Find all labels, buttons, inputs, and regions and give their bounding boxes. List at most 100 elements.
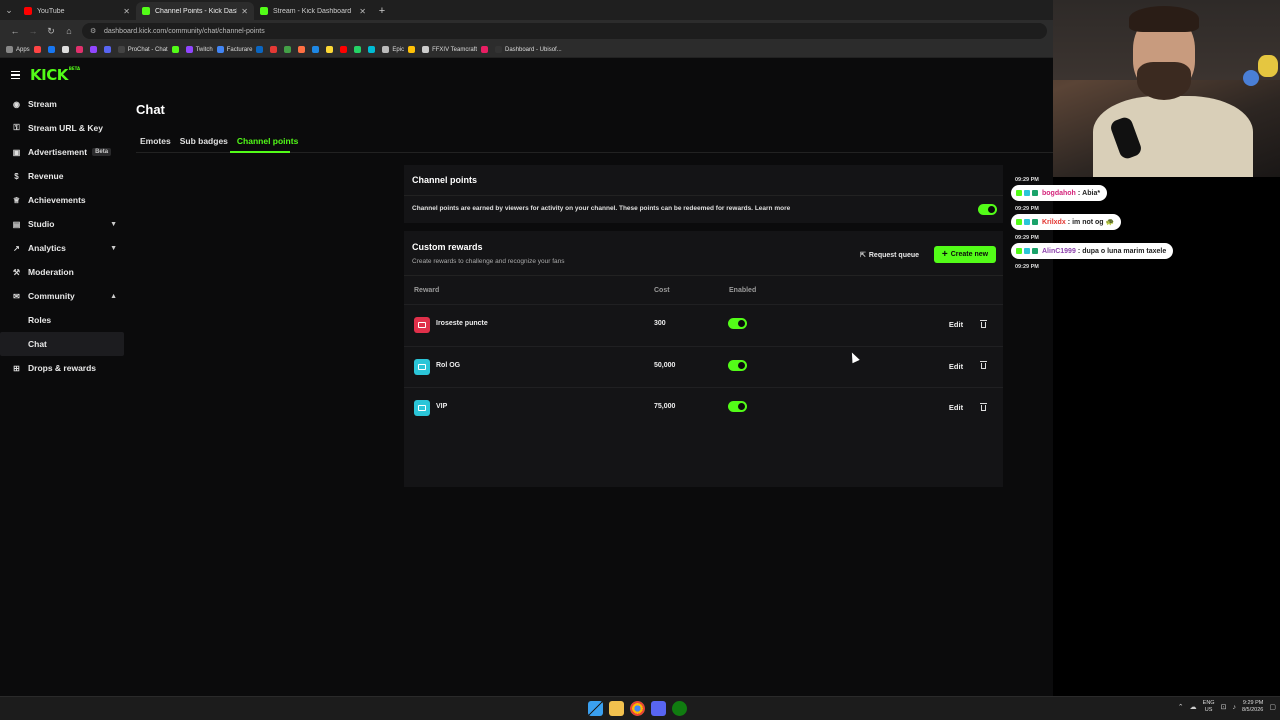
request-queue-label: Request queue xyxy=(868,251,920,259)
bookmark-item[interactable] xyxy=(61,46,72,53)
bookmark-item[interactable] xyxy=(270,46,280,53)
chat-text: Abia* xyxy=(1082,189,1101,197)
browser-tab-stream[interactable]: Stream - Kick Dashboard ✕ xyxy=(254,2,372,20)
bookmark-item[interactable] xyxy=(171,46,182,53)
notifications-icon[interactable]: ▢ xyxy=(1269,703,1276,711)
edit-reward-button[interactable]: Edit xyxy=(944,358,968,375)
bookmark-item[interactable]: Facturare xyxy=(216,46,252,53)
bookmark-favicon-icon xyxy=(354,46,362,53)
trash-icon xyxy=(979,319,987,328)
edit-reward-button[interactable]: Edit xyxy=(944,399,968,416)
chevron-up-icon[interactable]: ▲ xyxy=(110,293,117,300)
bookmark-item[interactable] xyxy=(312,46,322,53)
column-enabled: Enabled xyxy=(729,287,757,294)
site-info-icon[interactable]: ⚙ xyxy=(90,27,98,35)
tab-sub-badges[interactable]: Sub badges xyxy=(176,132,232,152)
new-tab-button[interactable]: + xyxy=(374,2,390,20)
tab-channel-points[interactable]: Channel points xyxy=(233,132,302,152)
kick-logo[interactable]: KICKBETA xyxy=(30,66,80,84)
browser-tab-youtube[interactable]: YouTube ✕ xyxy=(18,2,136,20)
sidebar-item-revenue[interactable]: $ Revenue xyxy=(0,164,130,188)
sidebar-item-drops-rewards[interactable]: ⊞ Drops & rewards xyxy=(0,356,130,380)
sidebar-item-achievements[interactable]: ♕ Achievements xyxy=(0,188,130,212)
bookmark-item[interactable] xyxy=(103,46,114,53)
back-arrow-icon[interactable]: ← xyxy=(6,22,24,40)
bookmark-item[interactable] xyxy=(481,46,491,53)
close-tab-icon[interactable]: ✕ xyxy=(241,7,248,16)
reward-enabled-toggle[interactable] xyxy=(728,359,747,371)
sidebar-item-stream-url-key[interactable]: ⚿ Stream URL & Key xyxy=(0,116,130,140)
reload-icon[interactable]: ↻ xyxy=(42,22,60,40)
delete-reward-button[interactable] xyxy=(976,399,990,416)
create-new-label: Create new xyxy=(950,251,989,258)
volume-icon[interactable]: ♪ xyxy=(1232,704,1236,711)
xbox-icon[interactable] xyxy=(672,701,687,716)
reward-enabled-toggle[interactable] xyxy=(728,401,747,412)
sidebar-subitem-chat[interactable]: Chat xyxy=(0,332,124,356)
bookmark-favicon-icon xyxy=(47,46,55,53)
create-new-button[interactable]: + Create new xyxy=(934,246,996,263)
revenue-icon: $ xyxy=(14,171,19,181)
bookmark-item[interactable] xyxy=(47,46,58,53)
bookmark-item[interactable] xyxy=(354,46,364,53)
windows-start-icon[interactable] xyxy=(588,701,603,716)
file-explorer-icon[interactable] xyxy=(609,701,624,716)
sidebar-item-studio[interactable]: ▤ Studio ▼ xyxy=(0,212,130,236)
youtube-favicon-icon xyxy=(24,7,32,15)
request-queue-button[interactable]: ⇱ Request queue xyxy=(860,248,919,262)
bookmark-item[interactable] xyxy=(33,46,44,53)
discord-icon[interactable] xyxy=(651,701,666,716)
chevron-down-icon[interactable]: ▼ xyxy=(110,245,117,252)
sidebar-item-advertisement[interactable]: ▣ Advertisement Beta xyxy=(0,140,130,164)
chevron-down-icon[interactable]: ▼ xyxy=(110,221,117,228)
description-text: Channel points are earned by viewers for… xyxy=(412,205,753,212)
page-title: Chat xyxy=(136,102,165,117)
edit-reward-button[interactable]: Edit xyxy=(944,316,968,333)
bookmark-item[interactable] xyxy=(340,46,350,53)
bookmark-item[interactable] xyxy=(368,46,378,53)
browser-tab-channel-points[interactable]: Channel Points - Kick Dashboard ✕ xyxy=(136,2,254,20)
forward-arrow-icon[interactable]: → xyxy=(24,22,42,40)
delete-reward-button[interactable] xyxy=(976,316,990,333)
learn-more-link[interactable]: Learn more xyxy=(755,205,790,212)
channel-points-toggle[interactable] xyxy=(978,204,997,215)
bookmark-item[interactable] xyxy=(284,46,294,53)
tray-overflow-icon[interactable]: ⌃ xyxy=(1178,703,1184,711)
home-icon[interactable]: ⌂ xyxy=(60,22,78,40)
bookmark-item[interactable] xyxy=(75,46,86,53)
bookmark-item[interactable] xyxy=(326,46,336,53)
bookmark-item[interactable] xyxy=(298,46,308,53)
bookmark-favicon-icon xyxy=(61,46,69,53)
tab-search-icon[interactable]: ⌄ xyxy=(0,0,18,20)
sidebar-item-community[interactable]: ✉ Community ▲ xyxy=(0,284,130,308)
trash-icon xyxy=(979,361,987,369)
delete-reward-button[interactable] xyxy=(976,358,990,375)
bookmark-item[interactable]: FFXIV Teamcraft xyxy=(422,46,477,53)
onedrive-icon[interactable]: ☁ xyxy=(1190,703,1197,711)
tab-emotes[interactable]: Emotes xyxy=(136,132,175,152)
sidebar-item-stream[interactable]: ◉ Stream xyxy=(0,92,130,116)
chrome-icon[interactable] xyxy=(630,701,645,716)
ticket-icon xyxy=(418,322,426,328)
url-field[interactable]: ⚙ dashboard.kick.com/community/chat/chan… xyxy=(82,23,1047,39)
hamburger-menu-icon[interactable] xyxy=(11,71,20,79)
column-cost: Cost xyxy=(654,287,670,294)
bookmark-item[interactable]: Dashboard - Ubisof... xyxy=(495,46,562,53)
bookmark-item[interactable] xyxy=(256,46,266,53)
bookmark-item[interactable]: ProChat - Chat xyxy=(117,46,168,53)
bookmark-item[interactable] xyxy=(89,46,100,53)
bookmark-item[interactable]: Epic xyxy=(382,46,404,53)
reward-row: Iroseste puncte 300 Edit xyxy=(404,304,1003,345)
bookmark-item[interactable]: Twitch xyxy=(185,46,213,53)
bookmark-item[interactable] xyxy=(408,46,418,53)
sidebar-subitem-roles[interactable]: Roles xyxy=(0,308,130,332)
language-indicator[interactable]: ENG US xyxy=(1203,700,1215,714)
clock[interactable]: 9:29 PM 8/5/2026 xyxy=(1242,700,1263,714)
sidebar-item-moderation[interactable]: ⚒ Moderation xyxy=(0,260,130,284)
reward-enabled-toggle[interactable] xyxy=(728,318,747,329)
sidebar-item-analytics[interactable]: ↗ Analytics ▼ xyxy=(0,236,130,260)
close-tab-icon[interactable]: ✕ xyxy=(359,7,366,16)
close-tab-icon[interactable]: ✕ xyxy=(123,7,130,16)
network-icon[interactable]: ⊡ xyxy=(1221,703,1227,711)
bookmark-item[interactable]: Apps xyxy=(6,46,30,53)
